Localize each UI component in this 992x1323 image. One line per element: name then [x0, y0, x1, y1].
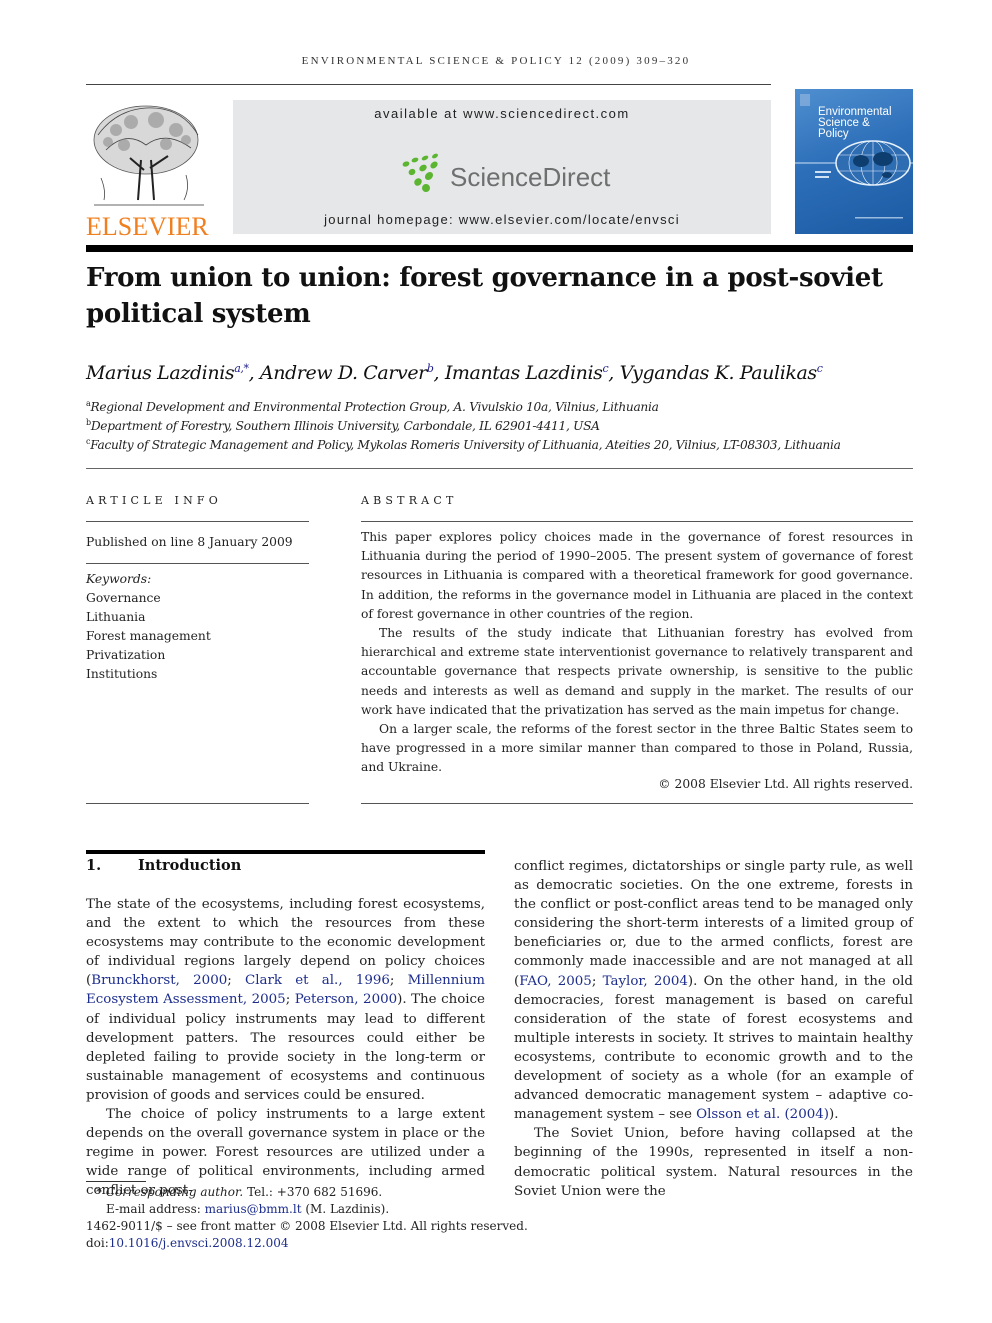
email-link[interactable]: marius@bmm.lt	[205, 1202, 302, 1216]
keyword: Forest management	[86, 629, 211, 643]
abstract-body: This paper explores policy choices made …	[361, 528, 913, 778]
telephone: Tel.: +370 682 51696.	[247, 1185, 383, 1199]
affiliation: aRegional Development and Environmental …	[86, 399, 659, 414]
keyword: Lithuania	[86, 610, 146, 624]
author-name: Vygandas K. Paulikas	[619, 362, 818, 384]
affiliation-text: Department of Forestry, Southern Illinoi…	[90, 419, 600, 433]
abstract-paragraph: This paper explores policy choices made …	[361, 530, 913, 621]
abstract-copyright: © 2008 Elsevier Ltd. All rights reserved…	[658, 777, 913, 791]
citation-link[interactable]: Olsson et al. (2004)	[696, 1107, 829, 1122]
body-column-left: The state of the ecosystems, including f…	[86, 895, 485, 1201]
section-title: Introduction	[138, 857, 242, 874]
affiliation: bDepartment of Forestry, Southern Illino…	[86, 418, 600, 433]
abstract-heading: ABSTRACT	[361, 494, 458, 507]
affiliation-divider	[86, 468, 913, 469]
body-paragraph: conflict regimes, dictatorships or singl…	[514, 859, 913, 1123]
body-text: ).	[829, 1107, 839, 1123]
section-number: 1.	[86, 857, 102, 874]
article-title: From union to union: forest governance i…	[86, 260, 886, 332]
journal-homepage-link[interactable]: journal homepage: www.elsevier.com/locat…	[233, 212, 771, 227]
article-info-heading: ARTICLE INFO	[86, 494, 222, 507]
author-affiliation-link[interactable]: c	[817, 362, 823, 375]
footnote-label: Corresponding author.	[105, 1185, 244, 1199]
sciencedirect-logo[interactable]: ScienceDirect	[398, 150, 613, 198]
author-affiliation-link[interactable]: c	[603, 362, 609, 375]
author-list: Marius Lazdinisa,*, Andrew D. Carverb, I…	[86, 362, 823, 384]
author-affiliation-link[interactable]: a,*	[234, 362, 249, 375]
author-name: Andrew D. Carver	[259, 362, 427, 384]
available-at-link[interactable]: available at www.sciencedirect.com	[233, 106, 771, 121]
body-column-right: conflict regimes, dictatorships or singl…	[514, 857, 913, 1201]
running-head: ENVIRONMENTAL SCIENCE & POLICY 12 (2009)…	[301, 55, 691, 67]
corresponding-author-note: * Corresponding author. Tel.: +370 682 5…	[96, 1184, 382, 1201]
email-note: E-mail address: marius@bmm.lt (M. Lazdin…	[106, 1201, 389, 1218]
sciencedirect-wordmark: ScienceDirect	[450, 162, 611, 192]
affiliation-text: Regional Development and Environmental P…	[90, 400, 659, 414]
cover-title-line: Policy	[818, 128, 849, 140]
author-name: Marius Lazdinis	[86, 362, 235, 384]
body-text: ). On the other hand, in the old democra…	[514, 973, 913, 1123]
keyword: Governance	[86, 591, 161, 605]
footnote-divider	[86, 1181, 146, 1182]
doi-label: doi:	[86, 1236, 109, 1250]
affiliation: cFaculty of Strategic Management and Pol…	[86, 437, 841, 452]
email-label: E-mail address:	[106, 1202, 201, 1216]
keywords-block: Keywords: Governance Lithuania Forest ma…	[86, 570, 211, 684]
issn-line: 1462-9011/$ – see front matter © 2008 El…	[86, 1219, 528, 1233]
affiliation-text: Faculty of Strategic Management and Poli…	[90, 438, 841, 452]
citation-link[interactable]: Peterson, 2000	[295, 992, 397, 1007]
elsevier-logo-text: ELSEVIER	[86, 212, 209, 241]
published-date: Published on line 8 January 2009	[86, 535, 293, 549]
citation-link[interactable]: Brunckhorst, 2000	[91, 973, 227, 988]
abstract-bottom-divider	[361, 803, 913, 804]
citation-link[interactable]: FAO, 2005	[519, 974, 592, 989]
abstract-paragraph: On a larger scale, the reforms of the fo…	[361, 722, 913, 775]
author-affiliation-link[interactable]: b	[427, 362, 434, 375]
header-divider	[86, 84, 771, 85]
title-divider	[86, 245, 913, 252]
citation-link[interactable]: Clark et al., 1996	[245, 973, 390, 988]
body-text: ). The choice of individual policy instr…	[86, 992, 485, 1103]
abstract-divider	[361, 521, 913, 522]
keyword: Privatization	[86, 648, 166, 662]
body-text: conflict regimes, dictatorships or singl…	[514, 859, 913, 989]
author-name: Imantas Lazdinis	[444, 362, 603, 384]
abstract-paragraph: The results of the study indicate that L…	[361, 626, 913, 717]
keyword: Institutions	[86, 667, 158, 681]
citation-link[interactable]: Taylor, 2004	[603, 974, 688, 989]
article-info-divider	[86, 521, 309, 522]
sciencedirect-dots-icon	[402, 153, 438, 192]
body-paragraph: The state of the ecosystems, including f…	[86, 897, 485, 1103]
title-line: political system	[86, 299, 311, 329]
section-heading: 1. Introduction	[86, 857, 241, 874]
title-line: From union to union: forest governance i…	[86, 263, 883, 293]
keywords-divider	[86, 563, 309, 564]
article-info-bottom-divider	[86, 803, 309, 804]
email-owner: (M. Lazdinis).	[305, 1202, 390, 1216]
body-paragraph: The Soviet Union, before having collapse…	[514, 1126, 913, 1199]
keywords-label: Keywords:	[86, 572, 152, 586]
doi-line: doi:10.1016/j.envsci.2008.12.004	[86, 1235, 288, 1252]
footnote-marker: *	[96, 1185, 102, 1199]
section-divider	[86, 850, 485, 854]
doi-link[interactable]: 10.1016/j.envsci.2008.12.004	[109, 1236, 289, 1250]
journal-cover-title: Environmental Science & Policy	[818, 106, 892, 140]
